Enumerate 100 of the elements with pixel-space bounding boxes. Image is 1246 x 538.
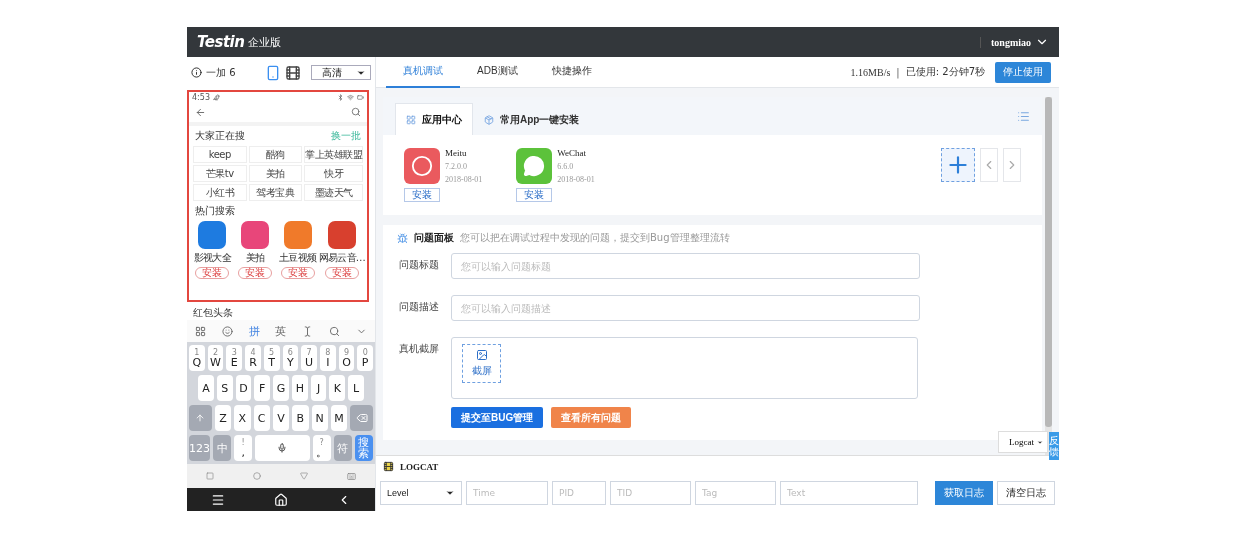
search-term[interactable]: keep bbox=[193, 146, 247, 163]
key[interactable]: 3 E bbox=[226, 345, 243, 371]
sub-tab[interactable]: 常用App一键安装 bbox=[473, 103, 591, 135]
key[interactable]: H bbox=[291, 375, 308, 401]
key[interactable]: A bbox=[198, 375, 214, 401]
next-button[interactable] bbox=[1003, 148, 1021, 182]
title-field[interactable]: 您可以输入问题标题 bbox=[451, 253, 920, 279]
filter-field[interactable]: Text bbox=[780, 481, 918, 505]
filter-field[interactable]: Time bbox=[466, 481, 548, 505]
key-hint: 6 bbox=[287, 348, 293, 357]
filter-field[interactable]: PID bbox=[552, 481, 606, 505]
app-name: 网易云音… bbox=[318, 251, 365, 265]
search-term[interactable]: 墨迹天气 bbox=[304, 184, 363, 201]
speed-text: 1.16MB/s bbox=[850, 66, 891, 78]
user-name[interactable]: tongmiao bbox=[980, 36, 1031, 48]
sub-tab[interactable]: 应用中心 bbox=[395, 103, 473, 135]
install-button[interactable]: 安装 bbox=[516, 188, 553, 202]
submit-button[interactable]: 提交至BUG管理 bbox=[451, 407, 544, 428]
key[interactable]: M bbox=[330, 405, 348, 431]
tab[interactable]: ADB测试 bbox=[460, 56, 535, 88]
key[interactable]: L bbox=[348, 375, 365, 401]
search-term[interactable]: 小红书 bbox=[193, 184, 247, 201]
panel-title: 问题面板 bbox=[414, 231, 454, 245]
tab[interactable]: 快捷操作 bbox=[534, 56, 609, 88]
search-term[interactable]: 掌上英雄联盟 bbox=[304, 146, 363, 163]
search-term[interactable]: 酷狗 bbox=[248, 146, 302, 163]
key[interactable]: Z bbox=[214, 405, 232, 431]
key[interactable]: 5 T bbox=[263, 345, 280, 371]
filter-field[interactable]: Tag bbox=[695, 481, 776, 505]
fetch-log-button[interactable]: 获取日志 bbox=[935, 481, 993, 505]
app-icon[interactable] bbox=[241, 221, 269, 249]
app-icon[interactable] bbox=[198, 221, 227, 249]
app-icon[interactable] bbox=[283, 221, 312, 249]
key[interactable]: ? 。 bbox=[312, 435, 331, 461]
install-button[interactable]: 安装 bbox=[195, 267, 230, 279]
grid-icon[interactable] bbox=[194, 325, 206, 337]
install-button[interactable]: 安装 bbox=[238, 267, 272, 279]
keyboard-mode[interactable]: 拼 bbox=[248, 323, 260, 339]
key[interactable]: 2 W bbox=[207, 345, 224, 371]
key[interactable]: 6 Y bbox=[282, 345, 299, 371]
key[interactable]: C bbox=[253, 405, 270, 431]
film-icon[interactable] bbox=[285, 64, 301, 81]
level-select[interactable]: Level bbox=[380, 481, 462, 505]
install-button[interactable]: 安装 bbox=[404, 188, 440, 202]
key[interactable]: D bbox=[235, 375, 252, 401]
app-version: 7.2.0.0 bbox=[445, 162, 468, 171]
key[interactable]: G bbox=[273, 375, 289, 401]
install-button[interactable]: 安装 bbox=[280, 267, 315, 279]
description-field[interactable]: 您可以输入问题描述 bbox=[451, 295, 920, 321]
key-hint: 7 bbox=[306, 348, 312, 357]
triangle-icon bbox=[299, 472, 308, 480]
key[interactable]: 4 R bbox=[245, 345, 261, 371]
chat-bubble-icon bbox=[516, 148, 553, 184]
logcat-select[interactable]: Logcat bbox=[998, 431, 1048, 453]
search-term[interactable]: 驾考宝典 bbox=[248, 184, 302, 201]
bluetooth-icon bbox=[337, 93, 344, 101]
stop-button[interactable]: 停止使用 bbox=[995, 61, 1051, 83]
app-icon[interactable] bbox=[327, 221, 356, 249]
key[interactable]: F bbox=[254, 375, 271, 401]
key[interactable]: 9 O bbox=[338, 345, 355, 371]
search-icon[interactable] bbox=[329, 325, 341, 337]
circle-icon bbox=[253, 472, 262, 480]
key-hint: 9 bbox=[343, 348, 349, 357]
backspace-key[interactable] bbox=[350, 405, 373, 431]
search-term[interactable]: 芒果tv bbox=[193, 165, 247, 182]
key-hint: 5 bbox=[269, 348, 275, 357]
key-hint: 2 bbox=[213, 348, 219, 357]
quality-select[interactable]: 高清 bbox=[311, 65, 371, 80]
keyboard-mode[interactable]: 英 bbox=[275, 323, 287, 339]
separator: | bbox=[896, 66, 900, 78]
filter-field[interactable]: TID bbox=[610, 481, 691, 505]
key[interactable]: 8 I bbox=[319, 345, 336, 371]
screenshot-button[interactable]: 截屏 bbox=[462, 344, 501, 383]
section-title: 热门搜索 bbox=[195, 204, 235, 218]
key[interactable]: K bbox=[329, 375, 346, 401]
key[interactable]: X bbox=[234, 405, 251, 431]
list-icon[interactable] bbox=[1017, 109, 1030, 123]
key[interactable]: B bbox=[292, 405, 309, 431]
key[interactable]: J bbox=[310, 375, 327, 401]
key[interactable]: N bbox=[311, 405, 328, 431]
edition-label: 企业版 bbox=[248, 34, 282, 50]
app-name: 美拍 bbox=[245, 251, 265, 265]
add-button[interactable] bbox=[941, 148, 975, 182]
emoji-icon[interactable] bbox=[221, 325, 233, 337]
app-name: Meitu bbox=[445, 148, 468, 158]
key[interactable]: ! , bbox=[234, 435, 253, 461]
key[interactable]: V bbox=[272, 405, 290, 431]
arrow-up-icon bbox=[195, 413, 206, 423]
search-term[interactable]: 快牙 bbox=[304, 165, 363, 182]
device-name: 一加 6 bbox=[206, 65, 236, 80]
search-term[interactable]: 美拍 bbox=[248, 165, 302, 182]
key[interactable]: 1 Q bbox=[189, 345, 205, 371]
clear-log-button[interactable]: 清空日志 bbox=[997, 481, 1055, 505]
space-key[interactable] bbox=[255, 435, 310, 461]
install-button[interactable]: 安装 bbox=[324, 267, 359, 279]
key[interactable]: S bbox=[216, 375, 233, 401]
previous-button[interactable] bbox=[980, 148, 998, 182]
key[interactable]: 0 P bbox=[357, 345, 374, 371]
key[interactable]: 7 U bbox=[301, 345, 317, 371]
status-time: 4:53 bbox=[192, 92, 210, 102]
